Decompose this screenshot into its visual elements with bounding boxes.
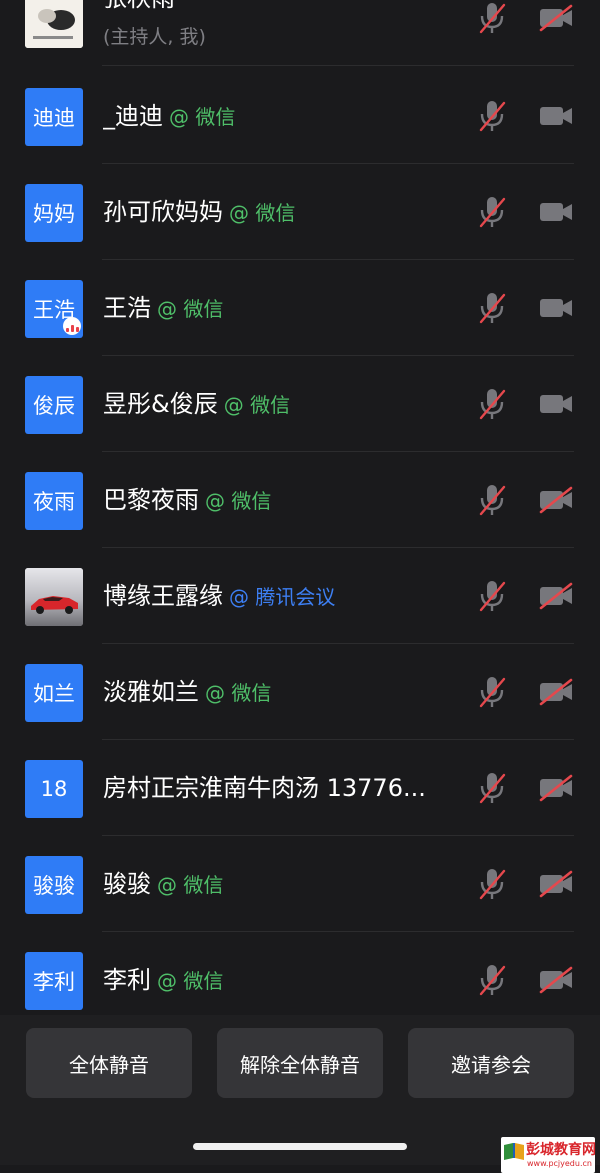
camera-off-icon[interactable] — [538, 774, 574, 802]
avatar: 俊辰 — [25, 376, 83, 434]
mic-muted-icon[interactable] — [477, 194, 507, 230]
participant-list: 张秋雨 (主持人, 我) 迪迪 _迪迪@ 微信 妈妈 孙可欣妈妈@ 微信 王浩 … — [0, 0, 600, 1015]
participant-name: 王浩 @ 微信 — [103, 294, 224, 322]
participant-row[interactable]: 如兰 淡雅如兰 @ 微信 — [0, 644, 600, 740]
camera-off-icon[interactable] — [538, 678, 574, 706]
participant-name: _迪迪 @ 微信 — [103, 102, 236, 130]
book-logo-icon — [504, 1143, 524, 1160]
camera-icon[interactable] — [538, 390, 574, 418]
camera-icon[interactable] — [538, 294, 574, 322]
join-source: @ 微信 — [157, 297, 224, 321]
avatar — [25, 568, 83, 626]
participant-name: 骏骏 @ 微信 — [103, 870, 224, 898]
camera-off-icon[interactable] — [538, 966, 574, 994]
join-source: @ 微信 — [157, 969, 224, 993]
speaking-indicator-icon — [63, 317, 81, 335]
invite-button[interactable]: 邀请参会 — [408, 1028, 574, 1098]
watermark-title: 彭城教育网 — [526, 1142, 596, 1158]
mic-muted-icon[interactable] — [477, 290, 507, 326]
camera-icon[interactable] — [538, 198, 574, 226]
participant-name: 李利 @ 微信 — [103, 966, 224, 994]
join-source: @ 微信 — [157, 873, 224, 897]
mic-muted-icon[interactable] — [477, 386, 507, 422]
participant-name: 巴黎夜雨 @ 微信 — [103, 486, 272, 514]
participant-name: 博缘王露缘 @ 腾讯会议 — [103, 582, 336, 610]
bottom-toolbar: 全体静音 解除全体静音 邀请参会 彭城教育网 www.pcjyedu.cn — [0, 1015, 600, 1173]
join-source: @ 微信 — [169, 105, 236, 129]
mic-muted-icon[interactable] — [477, 578, 507, 614]
avatar: 李利 — [25, 952, 83, 1010]
join-source: @ 微信 — [229, 201, 296, 225]
participant-row[interactable]: 俊辰 昱彤&俊辰 @ 微信 — [0, 356, 600, 452]
avatar: 夜雨 — [25, 472, 83, 530]
mic-muted-icon[interactable] — [477, 98, 507, 134]
mic-muted-icon[interactable] — [477, 770, 507, 806]
avatar: 骏骏 — [25, 856, 83, 914]
host-label: (主持人, 我) — [103, 26, 206, 48]
mic-muted-icon[interactable] — [477, 674, 507, 710]
camera-off-icon[interactable] — [538, 486, 574, 514]
participant-name: 淡雅如兰 @ 微信 — [103, 678, 272, 706]
join-source: @ 微信 — [205, 489, 272, 513]
avatar: 18 — [25, 760, 83, 818]
participant-row[interactable]: 王浩 王浩 @ 微信 — [0, 260, 600, 356]
participant-name: 孙可欣妈妈 @ 微信 — [103, 198, 296, 226]
avatar — [25, 0, 83, 48]
avatar: 妈妈 — [25, 184, 83, 242]
participant-row[interactable]: 博缘王露缘 @ 腾讯会议 — [0, 548, 600, 644]
join-source: @ 微信 — [205, 681, 272, 705]
participant-name: 房村正宗淮南牛肉汤 13776... — [103, 774, 426, 802]
join-source: @ 微信 — [223, 393, 291, 417]
participant-row[interactable]: 迪迪 _迪迪 @ 微信 — [0, 68, 600, 164]
car-photo-icon — [25, 568, 83, 626]
participant-row[interactable]: 夜雨 巴黎夜雨 @ 微信 — [0, 452, 600, 548]
divider — [102, 65, 574, 66]
unmute-all-button[interactable]: 解除全体静音 — [217, 1028, 383, 1098]
participant-row[interactable]: 李利 李利 @ 微信 — [0, 932, 600, 1015]
avatar: 如兰 — [25, 664, 83, 722]
mic-muted-icon[interactable] — [477, 866, 507, 902]
home-indicator[interactable] — [193, 1143, 407, 1150]
participant-row[interactable]: 骏骏 骏骏 @ 微信 — [0, 836, 600, 932]
mute-all-button[interactable]: 全体静音 — [26, 1028, 192, 1098]
watermark-logo: 彭城教育网 www.pcjyedu.cn — [501, 1137, 596, 1173]
participant-name: 张秋雨 — [103, 0, 175, 16]
avatar-photo-icon — [25, 0, 83, 48]
participant-row[interactable]: 张秋雨 (主持人, 我) — [0, 0, 600, 66]
mic-muted-icon[interactable] — [477, 962, 507, 998]
camera-off-icon[interactable] — [538, 4, 574, 32]
camera-off-icon[interactable] — [538, 582, 574, 610]
camera-off-icon[interactable] — [538, 870, 574, 898]
participant-row[interactable]: 18 房村正宗淮南牛肉汤 13776... — [0, 740, 600, 836]
mic-muted-icon[interactable] — [477, 482, 507, 518]
watermark-url: www.pcjyedu.cn — [527, 1159, 592, 1168]
camera-icon[interactable] — [538, 102, 574, 130]
mic-muted-icon[interactable] — [477, 0, 507, 36]
join-source: @ 腾讯会议 — [229, 585, 336, 609]
participant-row[interactable]: 妈妈 孙可欣妈妈 @ 微信 — [0, 164, 600, 260]
participant-name: 昱彤&俊辰 @ 微信 — [103, 390, 291, 418]
avatar: 迪迪 — [25, 88, 83, 146]
